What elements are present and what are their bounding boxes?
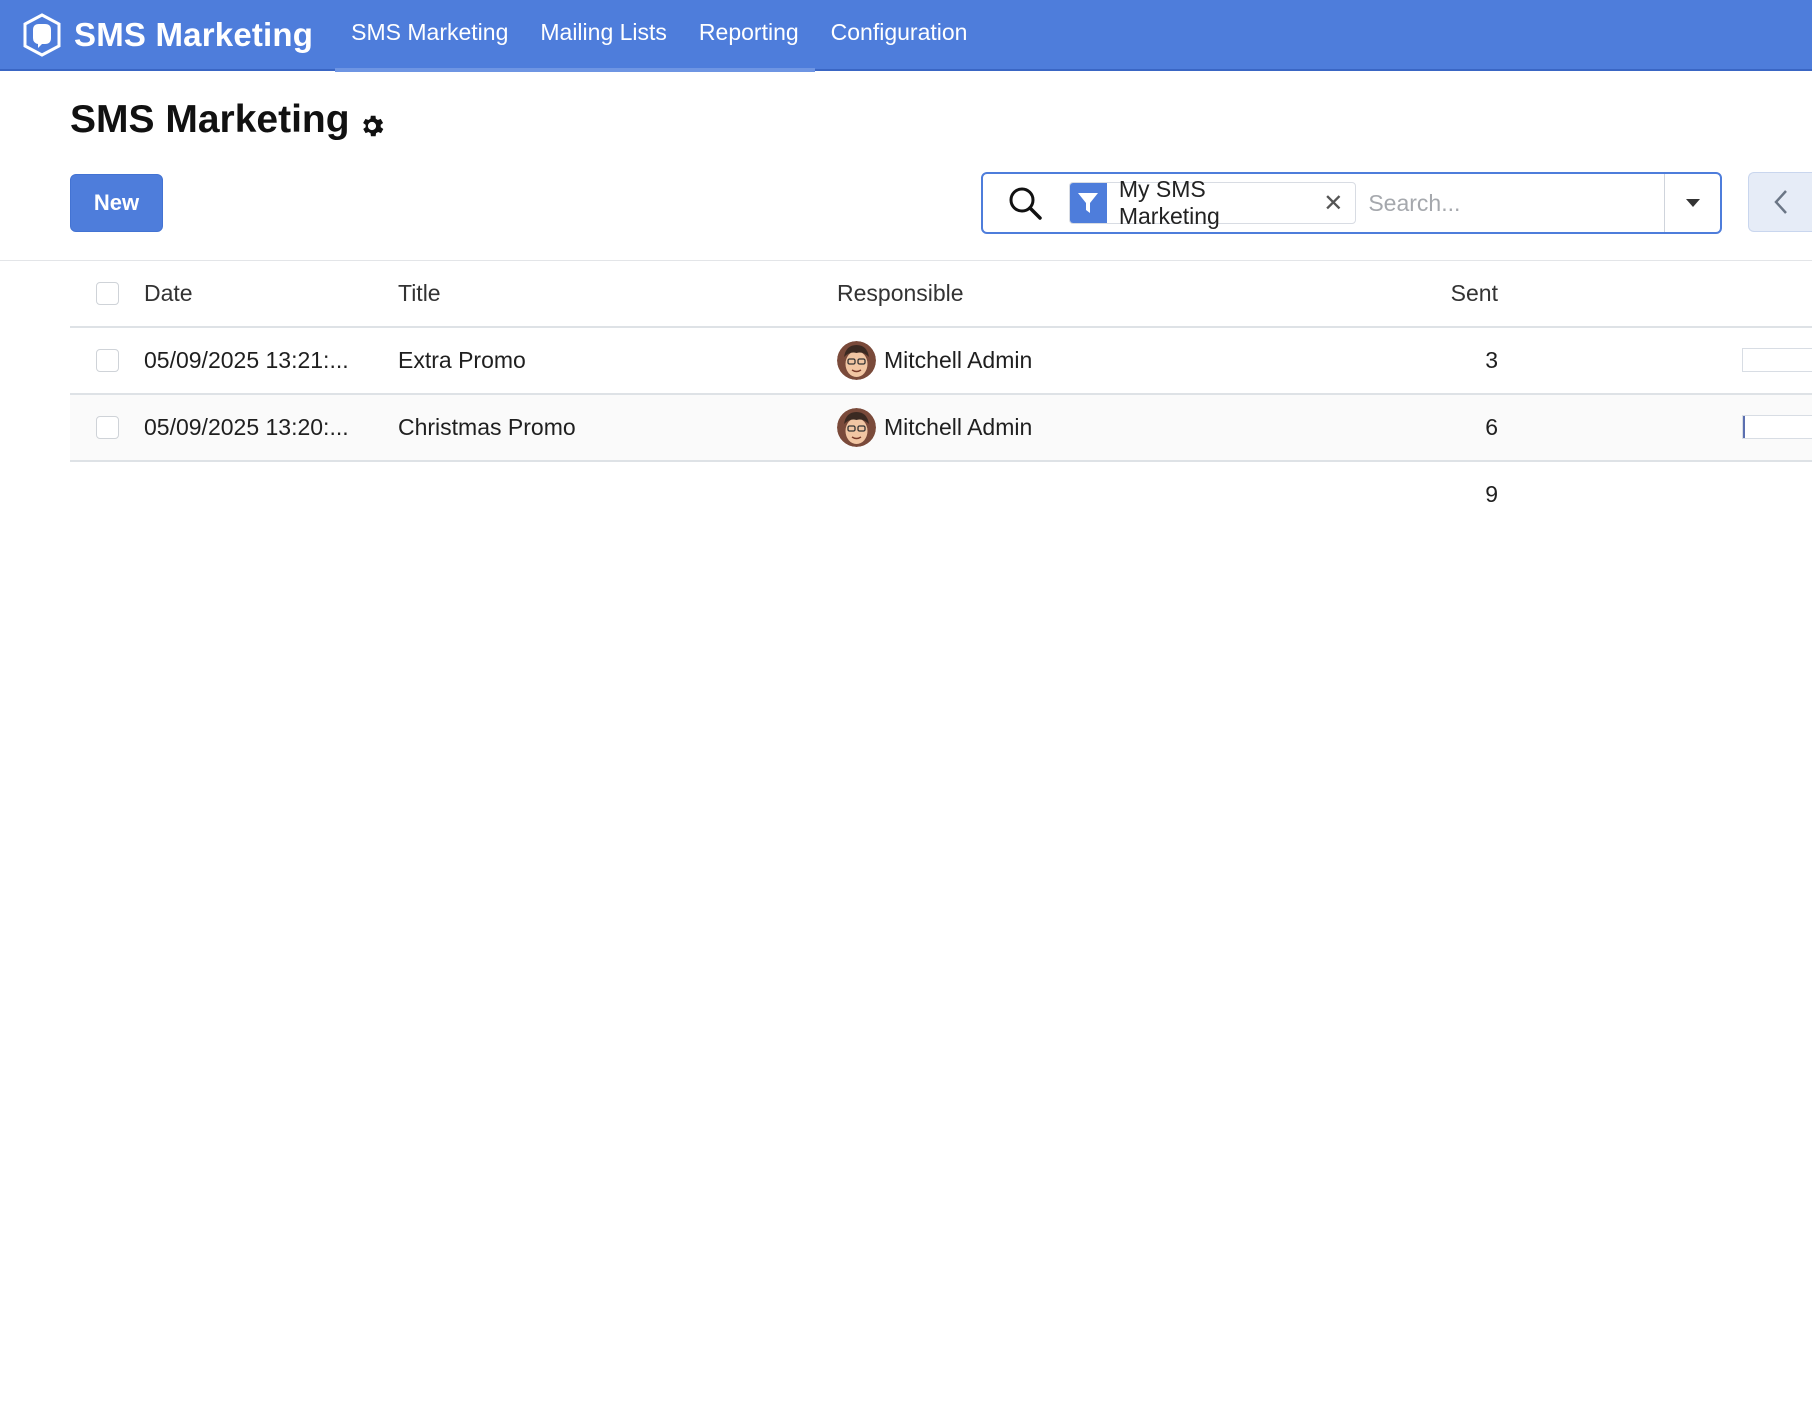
row-title: Christmas Promo bbox=[398, 414, 576, 440]
menu-mailing-lists[interactable]: Mailing Lists bbox=[524, 0, 683, 72]
row-title: Extra Promo bbox=[398, 347, 526, 373]
avatar bbox=[837, 341, 876, 380]
row-responsible: Mitchell Admin bbox=[837, 328, 1032, 393]
table-footer-total: 9 bbox=[70, 462, 1812, 529]
menu-label: Mailing Lists bbox=[540, 19, 667, 45]
brand-name: SMS Marketing bbox=[74, 15, 314, 53]
close-icon[interactable]: ✕ bbox=[1323, 189, 1343, 218]
row-sent: 3 bbox=[1485, 347, 1498, 373]
row-progressbar bbox=[1742, 348, 1812, 372]
chevron-left-icon bbox=[1773, 190, 1787, 214]
row-sent: 6 bbox=[1485, 414, 1498, 440]
select-all-checkbox[interactable] bbox=[96, 282, 119, 305]
row-date: 05/09/2025 13:20:... bbox=[144, 414, 349, 440]
select-all-cell bbox=[96, 261, 119, 326]
top-navbar: SMS Marketing SMS Marketing Mailing List… bbox=[0, 0, 1812, 72]
filter-icon bbox=[1070, 183, 1107, 223]
avatar bbox=[837, 408, 876, 447]
column-header-responsible[interactable]: Responsible bbox=[837, 261, 964, 326]
column-header-title[interactable]: Title bbox=[398, 261, 441, 326]
table-row[interactable]: 05/09/2025 13:21:... Extra Promo Mitchel… bbox=[70, 328, 1812, 395]
menu-underline bbox=[682, 68, 815, 72]
menu-label: Configuration bbox=[830, 19, 968, 45]
search-icon[interactable] bbox=[1005, 183, 1045, 223]
page-title: SMS Marketing bbox=[70, 98, 386, 142]
new-button[interactable]: New bbox=[70, 174, 163, 232]
search-facet: My SMS Marketing ✕ bbox=[1069, 176, 1357, 229]
caret-down-icon bbox=[1685, 199, 1700, 207]
table-row[interactable]: 05/09/2025 13:20:... Christmas Promo Mit… bbox=[70, 395, 1812, 462]
menu-label: SMS Marketing bbox=[351, 19, 509, 45]
row-checkbox[interactable] bbox=[96, 349, 119, 372]
search-bar[interactable]: My SMS Marketing ✕ bbox=[981, 172, 1722, 234]
column-header-date[interactable]: Date bbox=[144, 261, 193, 326]
row-date: 05/09/2025 13:21:... bbox=[144, 347, 349, 373]
search-input[interactable] bbox=[1368, 183, 1665, 223]
menu-configuration[interactable]: Configuration bbox=[815, 0, 984, 70]
row-checkbox[interactable] bbox=[96, 416, 119, 439]
side-panel-toggle[interactable] bbox=[1748, 172, 1812, 232]
menu-label: Reporting bbox=[698, 19, 799, 45]
menu-sms-marketing[interactable]: SMS Marketing bbox=[335, 0, 525, 72]
row-check-cell bbox=[96, 328, 119, 393]
app-brand[interactable]: SMS Marketing bbox=[22, 0, 313, 70]
total-sent: 9 bbox=[1485, 481, 1498, 507]
row-progressbar bbox=[1742, 415, 1812, 439]
main-menu: SMS Marketing Mailing Lists Reporting Co… bbox=[335, 0, 984, 72]
facet-label: My SMS Marketing bbox=[1118, 176, 1220, 229]
search-options-toggle[interactable] bbox=[1664, 174, 1720, 232]
responsible-name: Mitchell Admin bbox=[884, 414, 1033, 440]
row-check-cell bbox=[96, 395, 119, 460]
gear-icon[interactable] bbox=[358, 106, 386, 137]
sms-list-table: Date Title Responsible Sent 05/09/2025 1… bbox=[70, 261, 1812, 529]
menu-underline bbox=[524, 68, 683, 72]
progress-fill bbox=[1743, 416, 1746, 438]
row-responsible: Mitchell Admin bbox=[837, 395, 1032, 460]
page-title-text: SMS Marketing bbox=[70, 98, 350, 141]
column-header-sent[interactable]: Sent bbox=[1220, 261, 1498, 326]
table-header: Date Title Responsible Sent bbox=[70, 261, 1812, 328]
brand-logo-icon bbox=[22, 12, 62, 57]
responsible-name: Mitchell Admin bbox=[884, 347, 1033, 373]
menu-underline bbox=[335, 68, 525, 72]
menu-reporting[interactable]: Reporting bbox=[682, 0, 815, 72]
